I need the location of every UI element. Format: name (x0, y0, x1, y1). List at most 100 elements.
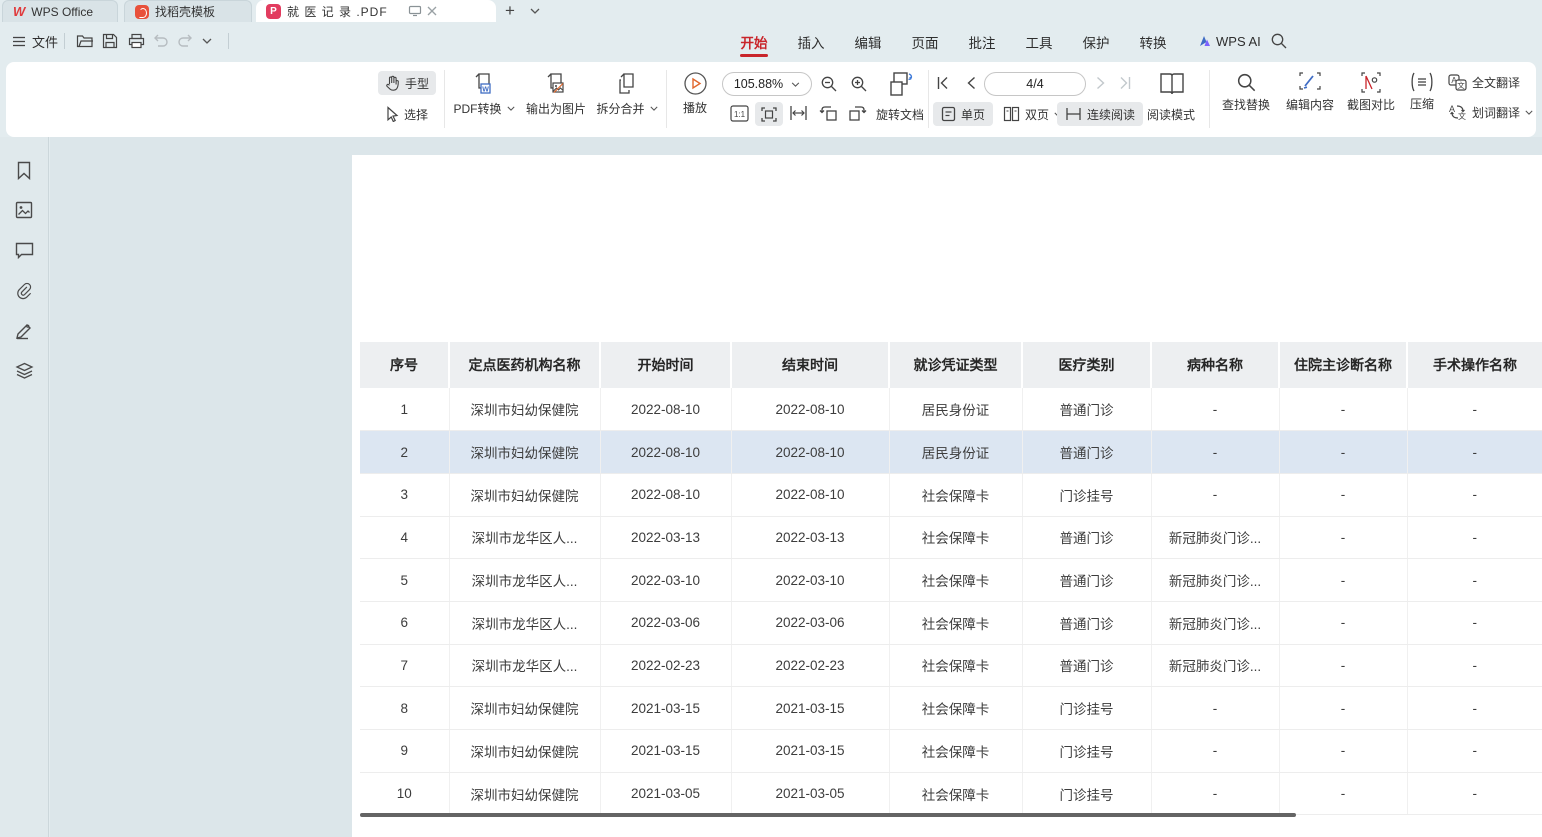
fit-page-button[interactable] (755, 102, 783, 126)
table-cell: 门诊挂号 (1022, 730, 1151, 773)
hand-tool-button[interactable]: 手型 (378, 71, 436, 95)
rotate-right-icon[interactable] (847, 104, 867, 122)
divider (666, 70, 667, 128)
table-cell: 2021-03-15 (600, 687, 731, 730)
table-cell: - (1279, 516, 1407, 559)
play-icon (683, 71, 708, 96)
rotate-left-icon[interactable] (819, 104, 839, 122)
medical-records-table: 序号定点医药机构名称开始时间结束时间就诊凭证类型医疗类别病种名称住院主诊断名称手… (360, 342, 1542, 815)
menu-tab-page[interactable]: 页面 (907, 31, 943, 53)
pdf-page: 序号定点医药机构名称开始时间结束时间就诊凭证类型医疗类别病种名称住院主诊断名称手… (352, 155, 1542, 837)
compress-button[interactable]: 压缩 (1402, 72, 1442, 112)
screen-share-icon[interactable] (408, 5, 422, 17)
save-button[interactable] (102, 30, 118, 52)
tab-list-chevron-icon[interactable] (530, 8, 540, 14)
table-cell: - (1279, 730, 1407, 773)
tab-docer[interactable]: 找稻壳模板 (124, 0, 252, 22)
menu-tab-insert[interactable]: 插入 (793, 31, 829, 53)
table-body: 1深圳市妇幼保健院2022-08-102022-08-10居民身份证普通门诊--… (360, 388, 1542, 815)
table-cell: - (1407, 687, 1542, 730)
thumbnail-icon[interactable] (12, 198, 36, 222)
pdf-convert-button[interactable]: W PDF转换 (448, 71, 520, 117)
single-page-button[interactable]: 单页 (933, 102, 993, 126)
menu-tab-tools[interactable]: 工具 (1021, 31, 1057, 53)
rotate-document-label[interactable]: 旋转文档 (876, 106, 924, 123)
split-merge-icon (614, 71, 640, 97)
svg-text:文: 文 (1457, 80, 1465, 90)
table-cell: 2021-03-15 (731, 687, 889, 730)
play-button[interactable]: 播放 (670, 71, 720, 116)
full-translate-button[interactable]: A文 全文翻译 (1448, 74, 1520, 91)
continuous-read-button[interactable]: 连续阅读 (1057, 102, 1143, 126)
single-page-icon (941, 106, 956, 122)
table-cell: 2021-03-05 (600, 772, 731, 815)
table-cell: 2022-08-10 (731, 431, 889, 474)
table-cell: 普通门诊 (1022, 644, 1151, 687)
comment-icon[interactable] (12, 238, 36, 262)
open-button[interactable] (76, 30, 94, 52)
redo-button[interactable] (178, 30, 194, 52)
tab-document[interactable]: P 就 医 记 录 .PDF (256, 0, 496, 22)
table-cell: 深圳市龙华区人... (449, 559, 600, 602)
edit-content-button[interactable]: 编辑内容 (1278, 72, 1342, 113)
menu-tab-protect[interactable]: 保护 (1078, 31, 1114, 53)
find-replace-button[interactable]: 查找替换 (1212, 72, 1280, 113)
table-cell: - (1279, 687, 1407, 730)
bookmark-icon[interactable] (12, 158, 36, 182)
quick-access-chevron-icon[interactable] (202, 38, 212, 44)
table-cell: 深圳市妇幼保健院 (449, 388, 600, 431)
layers-icon[interactable] (12, 358, 36, 382)
menu-tab-edit[interactable]: 编辑 (850, 31, 886, 53)
table-row: 5深圳市龙华区人...2022-03-102022-03-10社会保障卡普通门诊… (360, 559, 1542, 602)
zoom-in-icon[interactable] (850, 75, 868, 93)
attachment-icon[interactable] (12, 278, 36, 302)
table-cell: 社会保障卡 (889, 473, 1022, 516)
table-cell: 2022-03-10 (731, 559, 889, 602)
table-horizontal-scrollbar[interactable] (360, 813, 1296, 817)
table-cell: 2022-08-10 (731, 473, 889, 516)
table-cell: 深圳市龙华区人... (449, 516, 600, 559)
page-indicator-input[interactable]: 4/4 (984, 72, 1086, 96)
tab-wps-office[interactable]: W WPS Office (2, 0, 118, 22)
close-tab-icon[interactable] (426, 5, 438, 17)
table-cell: - (1151, 388, 1279, 431)
undo-button[interactable] (152, 30, 168, 52)
export-image-button[interactable]: 输出为图片 (520, 71, 592, 117)
next-page-icon[interactable] (1096, 76, 1106, 90)
table-row: 3深圳市妇幼保健院2022-08-102022-08-10社会保障卡门诊挂号--… (360, 473, 1542, 516)
rotate-document-icon[interactable] (886, 70, 916, 98)
split-merge-button[interactable]: 拆分合并 (592, 71, 662, 117)
table-cell: 2022-03-10 (600, 559, 731, 602)
word-translate-button[interactable]: A文 划词翻译 (1448, 103, 1533, 121)
fit-width-icon[interactable] (789, 105, 808, 121)
print-button[interactable] (128, 30, 145, 52)
zoom-level-select[interactable]: 105.88% (722, 72, 812, 96)
chevron-down-icon (650, 106, 658, 111)
actual-size-icon[interactable]: 1:1 (730, 105, 749, 122)
file-menu-button[interactable]: 文件 (12, 30, 58, 52)
first-page-icon[interactable] (936, 76, 950, 90)
table-cell: 2021-03-15 (600, 730, 731, 773)
table-cell: 深圳市妇幼保健院 (449, 431, 600, 474)
wps-ai-label: WPS AI (1216, 34, 1261, 49)
table-cell: 社会保障卡 (889, 687, 1022, 730)
prev-page-icon[interactable] (966, 76, 976, 90)
select-tool-button[interactable]: 选择 (378, 102, 436, 126)
table-cell: - (1151, 687, 1279, 730)
signature-icon[interactable] (12, 318, 36, 342)
screenshot-compare-button[interactable]: 截图对比 (1340, 72, 1402, 113)
table-cell: 社会保障卡 (889, 730, 1022, 773)
menu-tab-home[interactable]: 开始 (736, 31, 772, 53)
menu-search-icon[interactable] (1270, 32, 1288, 50)
table-cell: - (1151, 473, 1279, 516)
wps-ai-button[interactable]: WPS AI (1196, 30, 1261, 52)
read-mode-label[interactable]: 阅读模式 (1147, 106, 1195, 123)
new-tab-button[interactable]: + (505, 1, 515, 21)
table-header-cell: 病种名称 (1151, 342, 1279, 388)
menu-tab-comment[interactable]: 批注 (964, 31, 1000, 53)
last-page-icon[interactable] (1118, 76, 1132, 90)
read-mode-icon[interactable] (1158, 71, 1186, 97)
menu-tab-convert[interactable]: 转换 (1135, 31, 1171, 53)
zoom-out-icon[interactable] (820, 75, 838, 93)
document-area[interactable]: 序号定点医药机构名称开始时间结束时间就诊凭证类型医疗类别病种名称住院主诊断名称手… (50, 137, 1542, 837)
